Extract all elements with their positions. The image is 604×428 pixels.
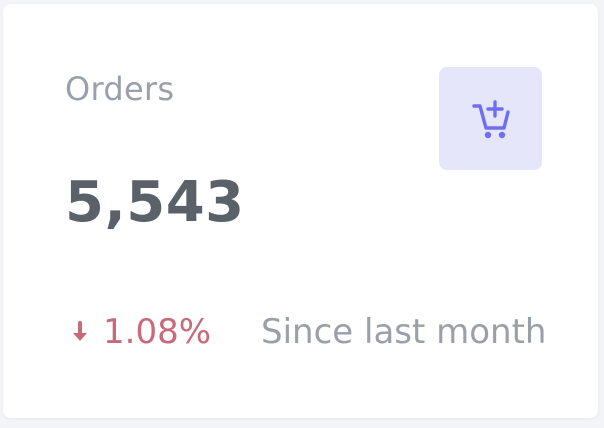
orders-stat-card: Orders 5,543 1.08% Since last month: [3, 4, 598, 418]
cart-plus-icon: [471, 99, 510, 138]
arrow-down-icon: [73, 321, 87, 341]
orders-value: 5,543: [65, 170, 245, 235]
trend-indicator: 1.08%: [69, 312, 211, 352]
card-title: Orders: [65, 70, 175, 108]
cart-icon-container: [439, 67, 542, 170]
trend-value: 1.08%: [103, 312, 212, 352]
comparison-text: Since last month: [261, 312, 547, 352]
